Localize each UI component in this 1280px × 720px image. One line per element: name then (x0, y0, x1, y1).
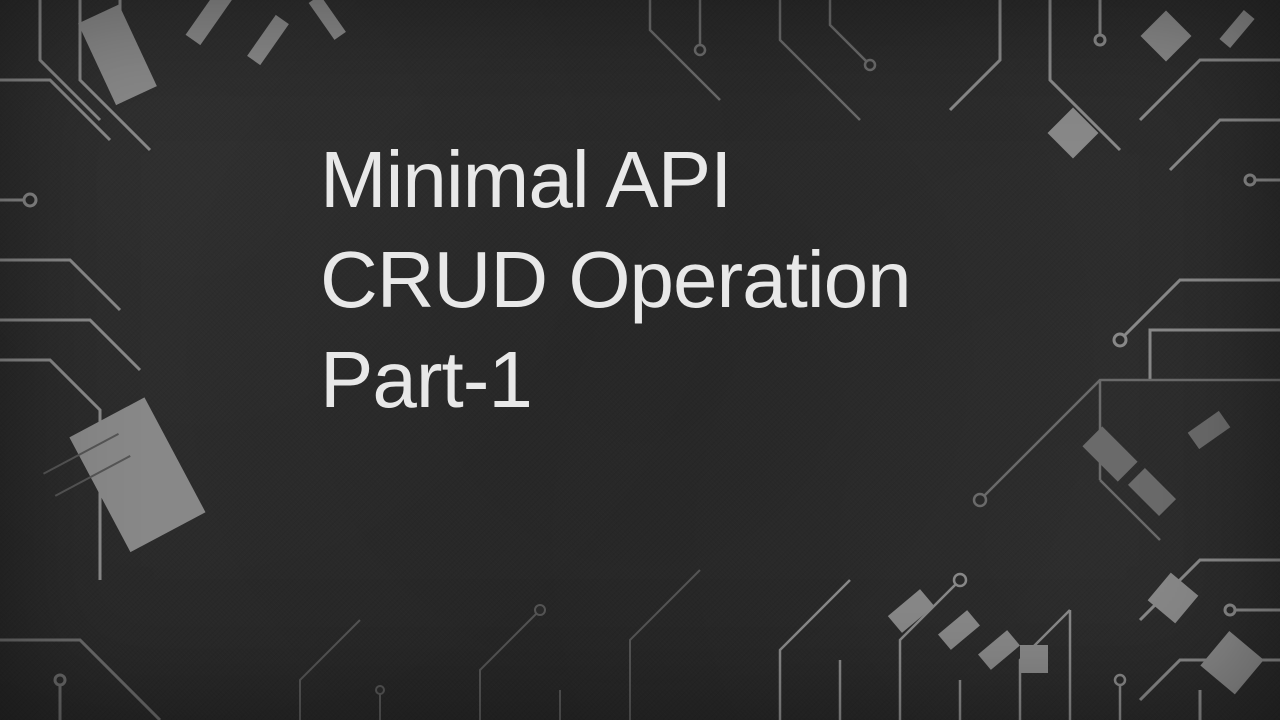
slide-title: Minimal API CRUD Operation Part-1 (320, 130, 911, 430)
title-line-2: CRUD Operation (320, 230, 911, 330)
title-line-1: Minimal API (320, 130, 911, 230)
title-line-3: Part-1 (320, 330, 911, 430)
